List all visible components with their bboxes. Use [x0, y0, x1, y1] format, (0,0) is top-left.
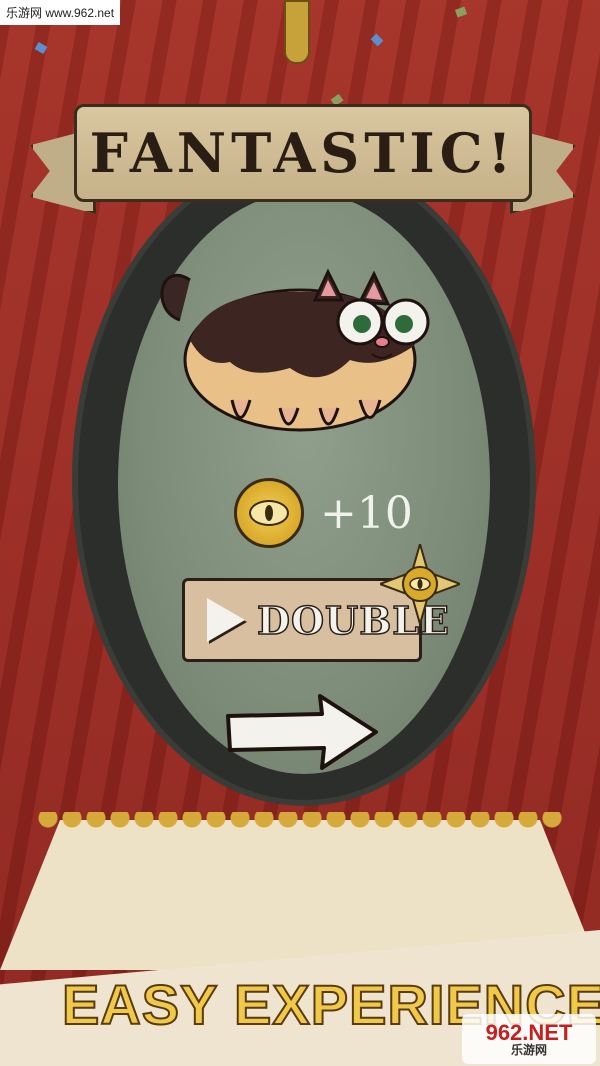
- next-arrow-icon[interactable]: [222, 692, 382, 772]
- watermark-bottom: 962.NET 乐游网: [462, 1014, 596, 1064]
- collar-trim: [36, 812, 564, 836]
- banner-title: FANTASTIC!: [89, 121, 517, 185]
- title-banner: FANTASTIC!: [74, 104, 532, 202]
- reward-amount: +10: [320, 487, 413, 539]
- watermark-top: 乐游网 www.962.net: [0, 0, 121, 25]
- watermark-main: 962.NET: [485, 1020, 573, 1046]
- watermark-sub: 乐游网: [510, 1043, 547, 1058]
- sun-coin-badge-icon: [380, 544, 460, 624]
- cat-character: [160, 268, 430, 432]
- play-icon: [207, 598, 245, 642]
- coin-eye-icon: [234, 478, 304, 548]
- coin-reward: +10: [234, 478, 413, 548]
- mirror-hook: [284, 0, 310, 64]
